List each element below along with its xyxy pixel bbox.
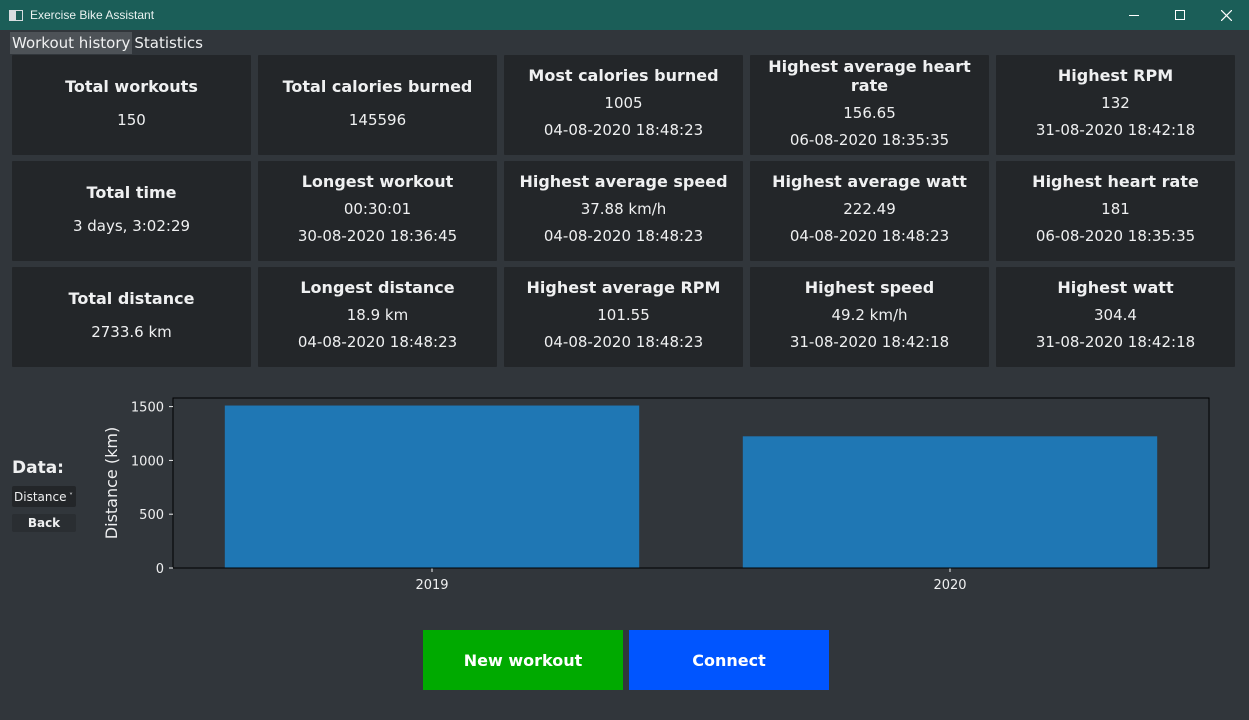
stat-label: Total time [86, 182, 177, 202]
stat-date: 30-08-2020 18:36:45 [297, 227, 458, 245]
x-tick-label: 2020 [933, 578, 966, 593]
stat-label: Most calories burned [528, 66, 719, 85]
stat-total-calories: Total calories burned 145596 [258, 55, 497, 155]
stat-value: 181 [1101, 200, 1130, 218]
stat-label: Highest speed [804, 278, 935, 297]
bar-2019 [224, 405, 640, 568]
distance-chart: 2019 2020 0 500 1000 1500 Distance (km) [102, 397, 1210, 593]
stat-total-time: Total time 3 days, 3:02:29 [12, 161, 251, 261]
stat-value: 156.65 [843, 103, 896, 122]
stat-highest-rpm: Highest RPM 132 31-08-2020 18:42:18 [996, 55, 1235, 155]
stat-label: Total distance [68, 288, 195, 308]
y-tick-label: 0 [156, 562, 164, 577]
stat-total-workouts: Total workouts 150 [12, 55, 251, 155]
back-button[interactable]: Back [12, 514, 76, 532]
stat-label: Total calories burned [282, 76, 473, 96]
stat-date: 04-08-2020 18:48:23 [297, 333, 458, 351]
data-select-value: Distance [14, 489, 67, 504]
stat-highest-speed: Highest speed 49.2 km/h 31-08-2020 18:42:1… [750, 267, 989, 367]
stat-value: 222.49 [843, 200, 896, 218]
new-workout-button[interactable]: New workout [423, 630, 623, 690]
stat-value: 49.2 km/h [831, 306, 908, 324]
stat-label: Highest average heart rate [768, 56, 971, 95]
data-label: Data: [12, 458, 64, 478]
stat-date: 04-08-2020 18:48:23 [543, 227, 704, 245]
y-tick-label: 1000 [131, 454, 164, 469]
stat-value: 18.9 km [346, 306, 409, 324]
stat-value: 150 [117, 110, 146, 129]
title-bar: Exercise Bike Assistant [0, 0, 1249, 30]
stat-date: 31-08-2020 18:42:18 [1035, 333, 1196, 351]
app-icon [9, 9, 23, 21]
stat-value: 101.55 [597, 306, 650, 324]
stat-value: 00:30:01 [343, 200, 412, 218]
stat-longest-workout: Longest workout 00:30:01 30-08-2020 18:36:… [258, 161, 497, 261]
stat-label: Total workouts [65, 76, 198, 96]
stat-longest-distance: Longest distance 18.9 km 04-08-2020 18:48:… [258, 267, 497, 367]
minimize-icon[interactable] [1111, 0, 1157, 30]
stat-date: 06-08-2020 18:35:35 [1035, 227, 1196, 245]
x-tick-label: 2019 [415, 578, 448, 593]
stat-value: 304.4 [1094, 306, 1137, 324]
window-controls [1111, 0, 1249, 30]
bar-2020 [742, 436, 1158, 568]
stat-total-distance: Total distance 2733.6 km [12, 267, 251, 367]
stat-label: Longest distance [300, 278, 455, 297]
stat-label: Highest heart rate [1032, 172, 1199, 191]
stat-label: Longest workout [301, 172, 454, 191]
connect-button[interactable]: Connect [629, 630, 829, 690]
stat-value: 3 days, 3:02:29 [72, 216, 191, 235]
statistics-grid: Total workouts 150 Total calories burned 14… [12, 55, 1235, 367]
menu-bar: Workout history Statistics [10, 32, 205, 54]
menu-statistics[interactable]: Statistics [132, 32, 205, 54]
y-tick-label: 500 [139, 508, 164, 523]
stat-highest-avg-speed: Highest average speed 37.88 km/h 04-08-202… [504, 161, 743, 261]
stat-date: 31-08-2020 18:42:18 [789, 333, 950, 351]
y-tick-label: 1500 [131, 401, 164, 416]
stat-label: Highest average RPM [526, 278, 721, 297]
stat-date: 04-08-2020 18:48:23 [543, 121, 704, 139]
stat-highest-heart-rate: Highest heart rate 181 06-08-2020 18:35:35 [996, 161, 1235, 261]
stat-date: 06-08-2020 18:35:35 [789, 130, 950, 149]
stat-label: Highest watt [1057, 278, 1174, 297]
stat-value: 132 [1101, 94, 1130, 112]
stat-most-calories: Most calories burned 1005 04-08-2020 18:48… [504, 55, 743, 155]
stat-value: 145596 [348, 110, 407, 129]
stat-highest-avg-heart-rate: Highest average heart rate 156.65 06-08-20… [750, 55, 989, 155]
stat-highest-watt: Highest watt 304.4 31-08-2020 18:42:18 [996, 267, 1235, 367]
stat-value: 37.88 km/h [580, 200, 667, 218]
stat-label: Highest average watt [772, 172, 967, 191]
data-select[interactable]: Distance ˅ [12, 486, 76, 507]
chevron-down-icon: ˅ [69, 492, 73, 501]
stat-value: 1005 [604, 94, 643, 112]
stat-date: 04-08-2020 18:48:23 [543, 333, 704, 351]
stat-date: 04-08-2020 18:48:23 [789, 227, 950, 245]
close-icon[interactable] [1203, 0, 1249, 30]
stat-value: 2733.6 km [91, 322, 172, 341]
stat-label: Highest average speed [519, 172, 728, 191]
y-axis-label: Distance (km) [102, 427, 121, 539]
stat-label: Highest RPM [1057, 66, 1174, 85]
stat-date: 31-08-2020 18:42:18 [1035, 121, 1196, 139]
window-title: Exercise Bike Assistant [30, 8, 155, 22]
maximize-icon[interactable] [1157, 0, 1203, 30]
stat-highest-avg-watt: Highest average watt 222.49 04-08-2020 18:… [750, 161, 989, 261]
stat-highest-avg-rpm: Highest average RPM 101.55 04-08-2020 18:4… [504, 267, 743, 367]
menu-workout-history[interactable]: Workout history [10, 32, 133, 54]
